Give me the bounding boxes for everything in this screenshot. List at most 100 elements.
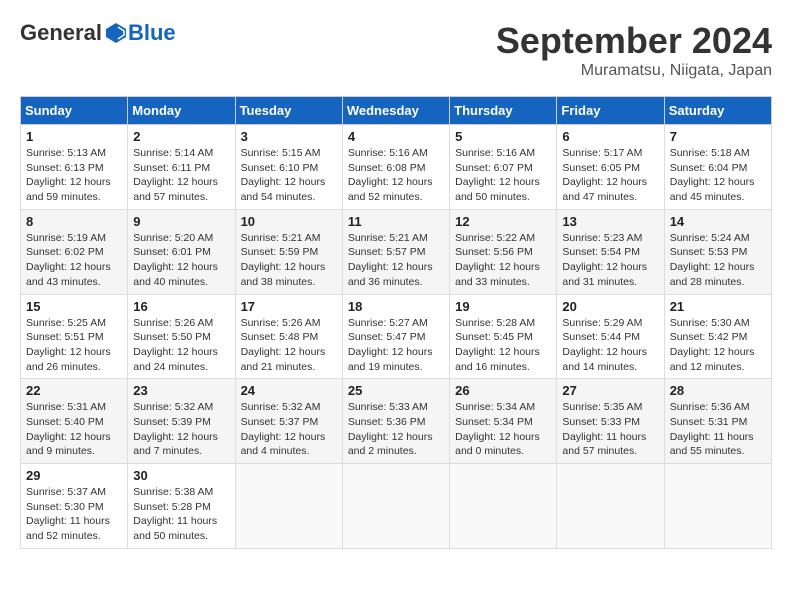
day-info: Sunrise: 5:24 AM Sunset: 5:53 PM Dayligh…	[670, 231, 766, 290]
day-info: Sunrise: 5:36 AM Sunset: 5:31 PM Dayligh…	[670, 400, 766, 459]
table-row: 12 Sunrise: 5:22 AM Sunset: 5:56 PM Dayli…	[450, 209, 557, 294]
day-number: 1	[26, 129, 122, 144]
day-number: 14	[670, 214, 766, 229]
calendar-row: 8Sunrise: 5:19 AM Sunset: 6:02 PM Daylig…	[21, 209, 772, 294]
day-number: 3	[241, 129, 337, 144]
day-number: 2	[133, 129, 229, 144]
table-row: 18 Sunrise: 5:27 AM Sunset: 5:47 PM Dayli…	[342, 294, 449, 379]
table-row: 26 Sunrise: 5:34 AM Sunset: 5:34 PM Dayli…	[450, 379, 557, 464]
day-number: 9	[133, 214, 229, 229]
day-number: 16	[133, 299, 229, 314]
table-row: 6 Sunrise: 5:17 AM Sunset: 6:05 PM Daylig…	[557, 125, 664, 210]
header-sunday: Sunday	[21, 97, 128, 125]
calendar-table: Sunday Monday Tuesday Wednesday Thursday…	[20, 96, 772, 549]
table-row: 23 Sunrise: 5:32 AM Sunset: 5:39 PM Dayli…	[128, 379, 235, 464]
day-info: Sunrise: 5:32 AM Sunset: 5:37 PM Dayligh…	[241, 400, 337, 459]
day-info: Sunrise: 5:16 AM Sunset: 6:08 PM Dayligh…	[348, 146, 444, 205]
header-thursday: Thursday	[450, 97, 557, 125]
day-number: 19	[455, 299, 551, 314]
table-row: 30Sunrise: 5:38 AM Sunset: 5:28 PM Dayli…	[128, 464, 235, 549]
day-info: Sunrise: 5:19 AM Sunset: 6:02 PM Dayligh…	[26, 231, 122, 290]
day-number: 10	[241, 214, 337, 229]
day-info: Sunrise: 5:13 AM Sunset: 6:13 PM Dayligh…	[26, 146, 122, 205]
day-number: 23	[133, 383, 229, 398]
day-info: Sunrise: 5:15 AM Sunset: 6:10 PM Dayligh…	[241, 146, 337, 205]
day-number: 26	[455, 383, 551, 398]
day-number: 18	[348, 299, 444, 314]
day-number: 21	[670, 299, 766, 314]
day-number: 17	[241, 299, 337, 314]
day-number: 20	[562, 299, 658, 314]
header-monday: Monday	[128, 97, 235, 125]
day-number: 27	[562, 383, 658, 398]
header-wednesday: Wednesday	[342, 97, 449, 125]
day-info: Sunrise: 5:20 AM Sunset: 6:01 PM Dayligh…	[133, 231, 229, 290]
logo-general-text: General	[20, 20, 102, 46]
day-info: Sunrise: 5:28 AM Sunset: 5:45 PM Dayligh…	[455, 316, 551, 375]
table-row: 2 Sunrise: 5:14 AM Sunset: 6:11 PM Daylig…	[128, 125, 235, 210]
table-row	[450, 464, 557, 549]
logo: General Blue	[20, 20, 176, 46]
header-tuesday: Tuesday	[235, 97, 342, 125]
day-info: Sunrise: 5:14 AM Sunset: 6:11 PM Dayligh…	[133, 146, 229, 205]
table-row	[235, 464, 342, 549]
day-info: Sunrise: 5:22 AM Sunset: 5:56 PM Dayligh…	[455, 231, 551, 290]
days-header-row: Sunday Monday Tuesday Wednesday Thursday…	[21, 97, 772, 125]
table-row: 19 Sunrise: 5:28 AM Sunset: 5:45 PM Dayli…	[450, 294, 557, 379]
logo-icon	[104, 21, 128, 45]
table-row: 21 Sunrise: 5:30 AM Sunset: 5:42 PM Dayli…	[664, 294, 771, 379]
table-row: 8Sunrise: 5:19 AM Sunset: 6:02 PM Daylig…	[21, 209, 128, 294]
day-number: 4	[348, 129, 444, 144]
day-info: Sunrise: 5:37 AM Sunset: 5:30 PM Dayligh…	[26, 485, 122, 544]
day-info: Sunrise: 5:35 AM Sunset: 5:33 PM Dayligh…	[562, 400, 658, 459]
day-info: Sunrise: 5:26 AM Sunset: 5:48 PM Dayligh…	[241, 316, 337, 375]
day-number: 6	[562, 129, 658, 144]
table-row: 24 Sunrise: 5:32 AM Sunset: 5:37 PM Dayli…	[235, 379, 342, 464]
day-info: Sunrise: 5:27 AM Sunset: 5:47 PM Dayligh…	[348, 316, 444, 375]
table-row: 16 Sunrise: 5:26 AM Sunset: 5:50 PM Dayli…	[128, 294, 235, 379]
page-header: General Blue September 2024 Muramatsu, N…	[20, 20, 772, 80]
header-friday: Friday	[557, 97, 664, 125]
table-row: 22Sunrise: 5:31 AM Sunset: 5:40 PM Dayli…	[21, 379, 128, 464]
day-info: Sunrise: 5:23 AM Sunset: 5:54 PM Dayligh…	[562, 231, 658, 290]
table-row: 29Sunrise: 5:37 AM Sunset: 5:30 PM Dayli…	[21, 464, 128, 549]
table-row: 25 Sunrise: 5:33 AM Sunset: 5:36 PM Dayli…	[342, 379, 449, 464]
day-info: Sunrise: 5:21 AM Sunset: 5:57 PM Dayligh…	[348, 231, 444, 290]
day-info: Sunrise: 5:25 AM Sunset: 5:51 PM Dayligh…	[26, 316, 122, 375]
month-title: September 2024	[496, 20, 772, 62]
header-saturday: Saturday	[664, 97, 771, 125]
table-row: 13 Sunrise: 5:23 AM Sunset: 5:54 PM Dayli…	[557, 209, 664, 294]
table-row: 4 Sunrise: 5:16 AM Sunset: 6:08 PM Daylig…	[342, 125, 449, 210]
day-info: Sunrise: 5:30 AM Sunset: 5:42 PM Dayligh…	[670, 316, 766, 375]
day-number: 15	[26, 299, 122, 314]
day-number: 11	[348, 214, 444, 229]
day-info: Sunrise: 5:21 AM Sunset: 5:59 PM Dayligh…	[241, 231, 337, 290]
day-info: Sunrise: 5:32 AM Sunset: 5:39 PM Dayligh…	[133, 400, 229, 459]
calendar-row: 29Sunrise: 5:37 AM Sunset: 5:30 PM Dayli…	[21, 464, 772, 549]
day-number: 5	[455, 129, 551, 144]
table-row: 1 Sunrise: 5:13 AM Sunset: 6:13 PM Daylig…	[21, 125, 128, 210]
table-row: 9 Sunrise: 5:20 AM Sunset: 6:01 PM Daylig…	[128, 209, 235, 294]
table-row: 27 Sunrise: 5:35 AM Sunset: 5:33 PM Dayli…	[557, 379, 664, 464]
day-info: Sunrise: 5:33 AM Sunset: 5:36 PM Dayligh…	[348, 400, 444, 459]
day-number: 7	[670, 129, 766, 144]
title-block: September 2024 Muramatsu, Niigata, Japan	[496, 20, 772, 80]
table-row: 11 Sunrise: 5:21 AM Sunset: 5:57 PM Dayli…	[342, 209, 449, 294]
day-info: Sunrise: 5:26 AM Sunset: 5:50 PM Dayligh…	[133, 316, 229, 375]
day-info: Sunrise: 5:34 AM Sunset: 5:34 PM Dayligh…	[455, 400, 551, 459]
day-number: 24	[241, 383, 337, 398]
location-text: Muramatsu, Niigata, Japan	[496, 62, 772, 80]
calendar-row: 1 Sunrise: 5:13 AM Sunset: 6:13 PM Daylig…	[21, 125, 772, 210]
day-info: Sunrise: 5:17 AM Sunset: 6:05 PM Dayligh…	[562, 146, 658, 205]
day-number: 12	[455, 214, 551, 229]
table-row: 17 Sunrise: 5:26 AM Sunset: 5:48 PM Dayli…	[235, 294, 342, 379]
day-number: 28	[670, 383, 766, 398]
table-row: 14 Sunrise: 5:24 AM Sunset: 5:53 PM Dayli…	[664, 209, 771, 294]
day-number: 13	[562, 214, 658, 229]
day-info: Sunrise: 5:16 AM Sunset: 6:07 PM Dayligh…	[455, 146, 551, 205]
table-row: 3 Sunrise: 5:15 AM Sunset: 6:10 PM Daylig…	[235, 125, 342, 210]
table-row	[664, 464, 771, 549]
day-info: Sunrise: 5:31 AM Sunset: 5:40 PM Dayligh…	[26, 400, 122, 459]
day-number: 25	[348, 383, 444, 398]
table-row: 20Sunrise: 5:29 AM Sunset: 5:44 PM Dayli…	[557, 294, 664, 379]
